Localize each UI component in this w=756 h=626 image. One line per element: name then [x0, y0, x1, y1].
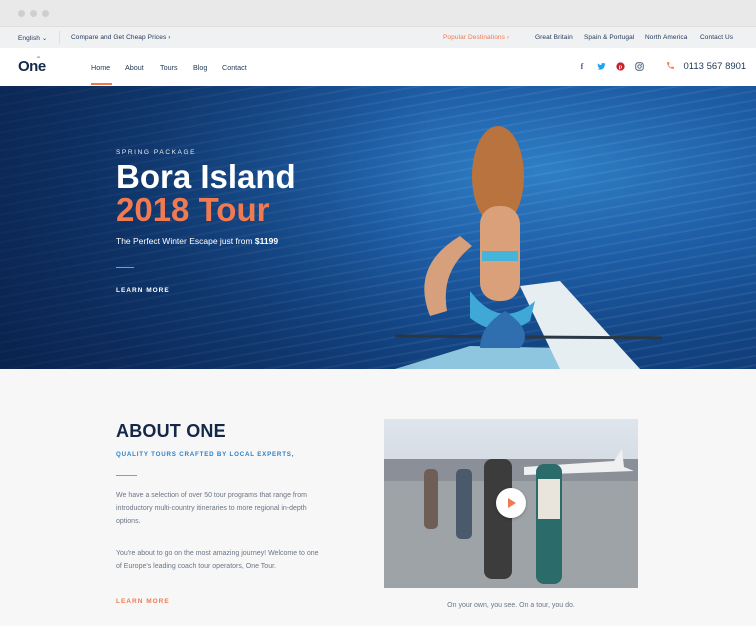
phone-number[interactable]: 0113 567 8901 — [666, 61, 746, 72]
hero-banner: SPRING PACKAGE Bora Island 2018 Tour The… — [0, 86, 756, 369]
compare-prices-link[interactable]: Compare and Get Cheap Prices › — [71, 34, 170, 41]
twitter-icon[interactable] — [596, 62, 606, 72]
window-chrome — [0, 0, 756, 27]
topbar-divider — [59, 31, 60, 44]
logo-accent: •• — [37, 55, 40, 61]
nav-contact[interactable]: Contact — [222, 63, 247, 72]
video-thumbnail[interactable] — [384, 419, 638, 588]
logo-text: One — [18, 58, 46, 75]
about-subtitle: QUALITY TOURS CRAFTED BY LOCAL EXPERTS, — [116, 451, 295, 458]
hero-kicker: SPRING PACKAGE — [116, 149, 197, 156]
hero-subtitle-text: The Perfect Winter Escape just from — [116, 236, 255, 246]
about-section: ABOUT ONE QUALITY TOURS CRAFTED BY LOCAL… — [0, 369, 756, 626]
about-paragraph-2: You're about to go on the most amazing j… — [116, 550, 319, 570]
striped-shirt — [538, 479, 560, 519]
svg-text:p: p — [618, 64, 621, 70]
topbar-link-great-britain[interactable]: Great Britain — [535, 34, 573, 41]
facebook-icon[interactable]: f — [577, 62, 587, 72]
hero-subtitle: The Perfect Winter Escape just from $119… — [116, 236, 278, 246]
topbar-link-north-america[interactable]: North America — [645, 34, 687, 41]
window-maximize-dot[interactable] — [42, 10, 49, 17]
hero-divider — [116, 267, 134, 268]
traveler-3 — [484, 459, 512, 579]
traveler-2 — [456, 469, 472, 539]
window-minimize-dot[interactable] — [30, 10, 37, 17]
nav-about[interactable]: About — [125, 63, 144, 72]
nav-blog[interactable]: Blog — [193, 63, 207, 72]
about-learn-more-button[interactable]: LEARN MORE — [116, 598, 170, 605]
hero-title-line1: Bora Island — [116, 158, 296, 195]
hero-price: $1199 — [254, 236, 279, 246]
language-selector[interactable]: English ⌄ — [18, 34, 47, 42]
window-close-dot[interactable] — [18, 10, 25, 17]
about-title: ABOUT ONE — [116, 421, 226, 441]
video-caption: On your own, you see. On a tour, you do. — [447, 602, 575, 609]
nav-home[interactable]: Home — [91, 63, 110, 72]
traveler-1 — [424, 469, 438, 529]
nav-active-indicator — [91, 83, 112, 85]
browser-window: English ⌄ Compare and Get Cheap Prices ›… — [0, 0, 756, 626]
popular-destinations-link[interactable]: Popular Destinations › — [443, 34, 509, 41]
hero-title-line2: 2018 Tour — [116, 191, 270, 228]
main-nav: One •• Home About Tours Blog Contact f p… — [0, 48, 756, 86]
topbar-link-spain-portugal[interactable]: Spain & Portugal — [584, 34, 634, 41]
person-swimsuit-top — [482, 251, 518, 261]
person-legs — [424, 236, 472, 316]
top-bar: English ⌄ Compare and Get Cheap Prices ›… — [0, 27, 756, 48]
instagram-icon[interactable] — [634, 62, 644, 72]
boat-outrigger — [394, 334, 663, 340]
about-paragraph-1: We have a selection of over 50 tour prog… — [116, 492, 307, 525]
play-button[interactable] — [496, 488, 526, 518]
about-divider — [116, 475, 137, 476]
hero-learn-more-button[interactable]: LEARN MORE — [116, 287, 170, 294]
phone-number-text: 0113 567 8901 — [683, 61, 747, 72]
pinterest-icon[interactable]: p — [615, 62, 625, 72]
nav-tours[interactable]: Tours — [160, 63, 178, 72]
phone-icon — [666, 61, 678, 71]
topbar-link-contact-us[interactable]: Contact Us — [700, 34, 733, 41]
site-logo[interactable]: One •• — [18, 55, 46, 75]
